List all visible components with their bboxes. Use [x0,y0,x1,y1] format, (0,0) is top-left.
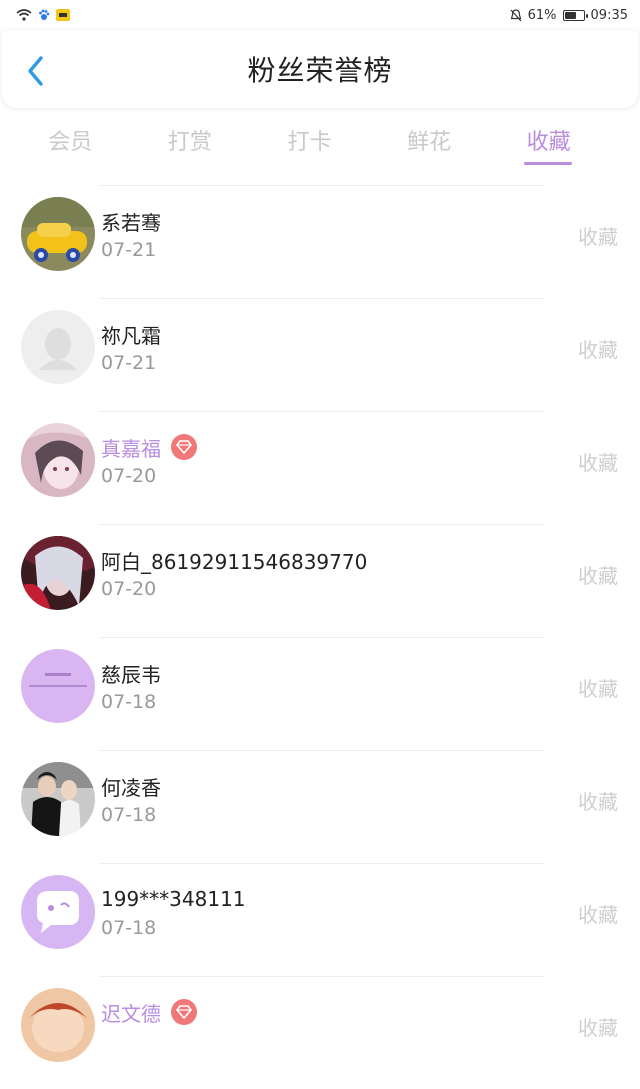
row-texts: 祢凡霜 07-21 [101,320,161,375]
paw-icon [38,9,50,21]
list-item[interactable]: 真嘉福 07-20 收藏 [0,411,640,524]
fan-list: 系若骞 07-21 收藏 祢凡霜 07-21 收藏 真嘉福 07-20 收藏 阿白_8619291… [0,185,640,1089]
date-label: 07-21 [101,352,157,374]
user-name: 阿白_86192911546839770 [101,549,368,574]
avatar[interactable] [21,762,95,836]
row-divider [100,863,544,864]
tab-label: 打卡 [287,130,332,155]
row-divider [100,750,544,751]
list-item[interactable]: 系若骞 07-21 收藏 [0,185,640,298]
row-texts: 何凌香 07-18 [101,772,161,827]
user-name: 何凌香 [101,775,161,800]
name-line: 慈辰韦 [101,659,161,687]
favorite-label: 收藏 [578,451,618,475]
row-divider [100,298,544,299]
page-title: 粉丝荣誉榜 [247,54,393,87]
user-name: 慈辰韦 [101,662,161,687]
row-texts: 系若骞 07-21 [101,207,161,262]
favorite-label: 收藏 [578,1016,618,1040]
battery-percent: 61% [527,7,557,23]
list-item[interactable]: 何凌香 07-18 收藏 [0,750,640,863]
chevron-left-icon [28,56,43,86]
app-notification-icon [56,9,70,21]
row-divider [100,411,544,412]
user-name: 祢凡霜 [101,323,161,348]
avatar[interactable] [21,310,95,384]
date-label: 07-20 [101,578,157,600]
favorite-label: 收藏 [578,677,618,701]
clock: 09:35 [590,7,628,23]
user-name: 系若骞 [101,210,161,235]
user-name: 迟文德 [101,1001,161,1026]
favorite-label: 收藏 [578,225,618,249]
tab-label: 打赏 [167,130,212,155]
row-texts: 阿白_86192911546839770 07-20 [101,546,367,601]
date-label: 07-18 [101,917,157,939]
name-line: 真嘉福 [101,433,197,461]
battery-icon [562,9,588,21]
back-button[interactable] [20,54,50,88]
tab-bar: 会员 打赏 打卡 鲜花 收藏 [0,116,640,168]
date-label: 07-18 [101,804,157,826]
name-line: 阿白_86192911546839770 [101,546,367,574]
row-texts: 真嘉福 07-20 [101,433,197,487]
avatar[interactable] [21,423,95,497]
tab-0[interactable]: 会员 [0,116,120,168]
favorite-label: 收藏 [578,564,618,588]
avatar[interactable] [21,536,95,610]
favorite-label: 收藏 [578,903,618,927]
name-line: 迟文德 [101,998,197,1026]
wifi-icon [16,9,32,21]
list-item[interactable]: 慈辰韦 07-18 收藏 [0,637,640,750]
tab-2[interactable]: 打卡 [239,116,359,168]
avatar[interactable] [21,875,95,949]
row-texts: 199***348111 07-18 [101,885,246,939]
row-texts: 慈辰韦 07-18 [101,659,161,714]
tab-4[interactable]: 收藏 [478,116,598,168]
user-name: 真嘉福 [101,436,161,461]
diamond-icon [171,999,197,1025]
bell-muted-icon [510,8,522,22]
row-divider [100,976,544,977]
avatar[interactable] [21,649,95,723]
tab-label: 鲜花 [407,130,452,155]
favorite-label: 收藏 [578,338,618,362]
status-right: 61% 09:35 [510,8,628,23]
row-divider [100,185,544,186]
tab-label: 收藏 [526,130,571,155]
tab-1[interactable]: 打赏 [120,116,240,168]
name-line: 何凌香 [101,772,161,800]
avatar[interactable] [21,197,95,271]
date-label: 07-20 [101,465,157,487]
list-item[interactable]: 祢凡霜 07-21 收藏 [0,298,640,411]
name-line: 祢凡霜 [101,320,161,348]
tab-label: 会员 [48,130,93,155]
favorite-label: 收藏 [578,790,618,814]
name-line: 199***348111 [101,885,246,913]
date-label: 07-18 [101,691,157,713]
tab-3[interactable]: 鲜花 [359,116,479,168]
list-item[interactable]: 迟文德收藏 [0,976,640,1089]
list-item[interactable]: 199***348111 07-18 收藏 [0,863,640,976]
list-item[interactable]: 阿白_86192911546839770 07-20 收藏 [0,524,640,637]
user-name: 199***348111 [101,887,246,911]
status-left [16,9,70,21]
diamond-icon [171,434,197,460]
name-line: 系若骞 [101,207,161,235]
status-bar: 61% 09:35 [0,0,640,30]
avatar[interactable] [21,988,95,1062]
tab-active-indicator [524,162,573,165]
header-bar: 粉丝荣誉榜 [2,30,638,108]
row-texts: 迟文德 [101,998,197,1030]
row-divider [100,637,544,638]
date-label: 07-21 [101,239,157,261]
row-divider [100,524,544,525]
